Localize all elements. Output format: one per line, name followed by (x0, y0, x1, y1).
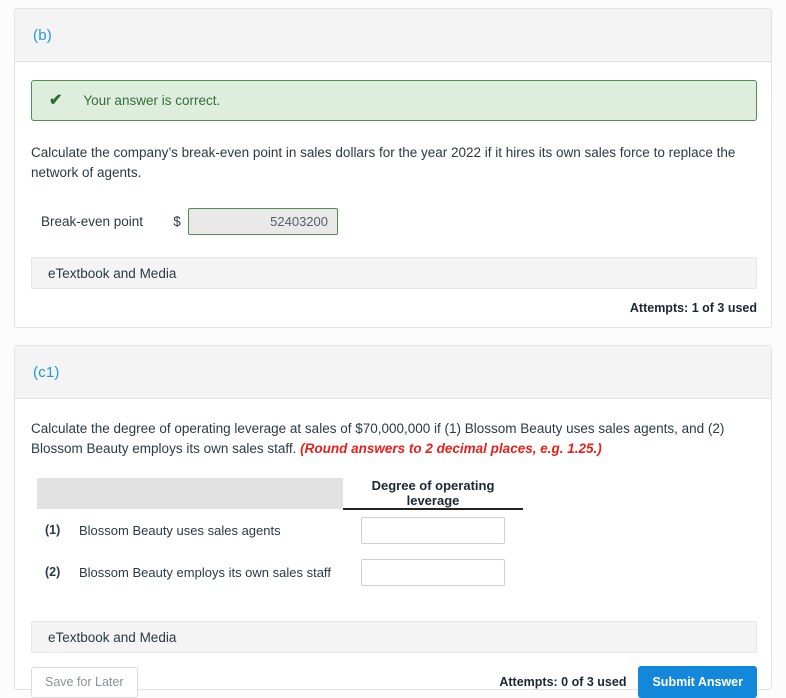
row-index-2: (2) (45, 565, 61, 580)
homework-page: (b) ✔ Your answer is correct. Calculate … (0, 0, 786, 698)
attempts-text-b: Attempts: 1 of 3 used (629, 301, 757, 316)
table-row-label-cell-2: (2) Blossom Beauty employs its own sales… (37, 551, 343, 593)
table-row-label-cell-1: (1) Blossom Beauty uses sales agents (37, 509, 343, 551)
card-header-b: (b) (15, 9, 771, 62)
footer-action-row: Save for Later Attempts: 0 of 3 used Sub… (31, 666, 757, 698)
etextbook-and-media-b[interactable]: eTextbook and Media (31, 257, 757, 290)
question-card-b: (b) ✔ Your answer is correct. Calculate … (14, 8, 772, 328)
currency-symbol: $ (173, 214, 181, 230)
question-text-b: Calculate the company’s break-even point… (31, 145, 736, 180)
table-row: (2) Blossom Beauty employs its own sales… (37, 551, 523, 593)
card-body-c1: Calculate the degree of operating levera… (15, 419, 771, 698)
table-row: (1) Blossom Beauty uses sales agents (37, 509, 523, 551)
etextbook-label-b: eTextbook and Media (48, 265, 177, 281)
success-alert: ✔ Your answer is correct. (31, 80, 757, 121)
rounding-note: (Round answers to 2 decimal places, e.g.… (300, 440, 602, 456)
part-label-b: (b) (33, 26, 52, 44)
degree-input-1[interactable] (361, 517, 505, 545)
table-head: Degree of operating leverage (37, 478, 523, 511)
submit-answer-button[interactable]: Submit Answer (638, 666, 757, 698)
row-description-2: Blossom Beauty employs its own sales sta… (79, 564, 331, 580)
degree-input-2[interactable] (361, 558, 505, 586)
table-input-cell-2 (343, 551, 523, 593)
question-text-c1: Calculate the degree of operating levera… (31, 419, 757, 458)
table-body: (1) Blossom Beauty uses sales agents (2) (37, 509, 523, 593)
degree-of-operating-leverage-table: Degree of operating leverage (1) Blossom… (37, 478, 523, 593)
row-description-1: Blossom Beauty uses sales agents (79, 522, 281, 538)
attempts-row-b: Attempts: 1 of 3 used (31, 301, 757, 315)
table-header-row: Degree of operating leverage (37, 478, 523, 511)
card-header-c1: (c1) (15, 346, 771, 399)
break-even-answer-row: Break-even point $ (31, 208, 755, 236)
table-header-blank (37, 478, 343, 510)
etextbook-label-c1: eTextbook and Media (48, 629, 177, 645)
break-even-input[interactable] (188, 208, 338, 236)
success-alert-message: Your answer is correct. (83, 93, 221, 108)
row-index-1: (1) (45, 523, 61, 538)
save-for-later-button[interactable]: Save for Later (31, 666, 138, 698)
attempts-text-c1: Attempts: 0 of 3 used (499, 675, 627, 690)
card-body-b: ✔ Your answer is correct. Calculate the … (15, 80, 771, 315)
question-card-c1: (c1) Calculate the degree of operating l… (14, 345, 772, 698)
etextbook-and-media-c1[interactable]: eTextbook and Media (31, 621, 757, 654)
check-icon: ✔ (49, 91, 63, 109)
table-input-cell-1 (343, 509, 523, 551)
table-header-degree: Degree of operating leverage (343, 478, 523, 511)
break-even-label: Break-even point (41, 214, 144, 230)
part-label-c1: (c1) (33, 363, 60, 381)
